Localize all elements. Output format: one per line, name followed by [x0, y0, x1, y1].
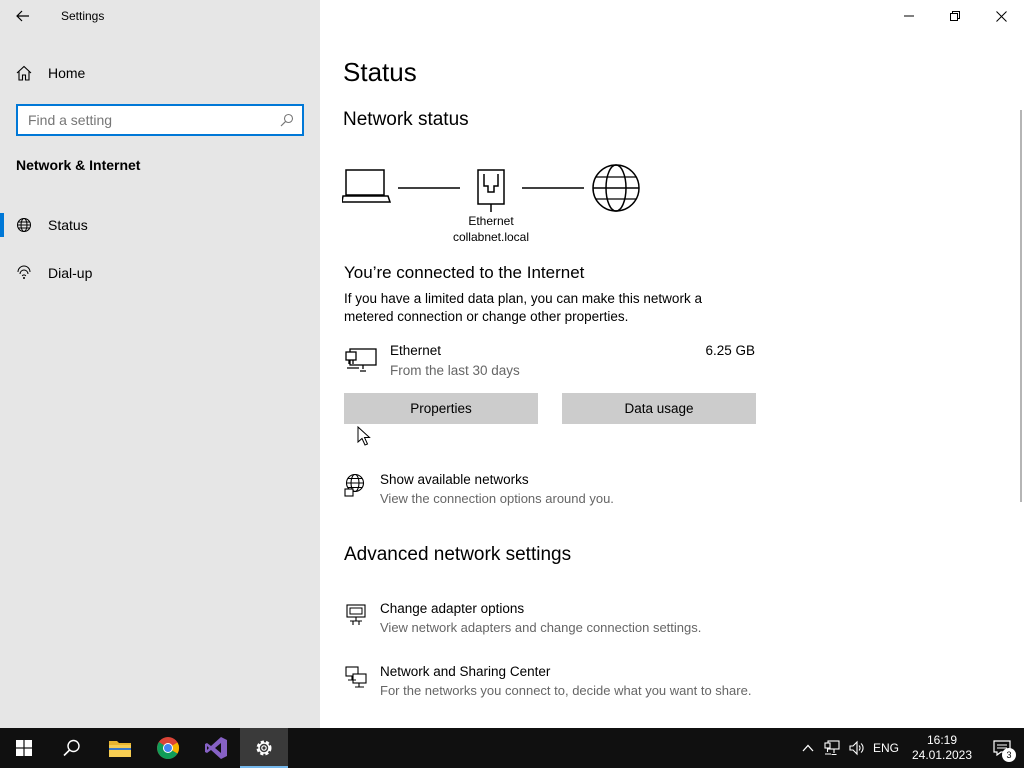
sidebar-item-label: Dial-up [48, 265, 93, 281]
volume-button[interactable] [844, 728, 868, 768]
sharing-center-link[interactable]: Network and Sharing Center For the netwo… [344, 663, 751, 701]
page-title: Status [343, 57, 417, 87]
link-title: Show available networks [380, 472, 529, 487]
clock-date: 24.01.2023 [911, 748, 973, 762]
sidebar-item-dialup[interactable]: Dial-up [0, 255, 320, 291]
system-tray: ENG 16:19 24.01.2023 3 [796, 728, 1024, 768]
speaker-icon [849, 740, 864, 756]
gear-icon [256, 740, 272, 756]
start-button[interactable] [0, 728, 48, 768]
data-usage-button[interactable]: Data usage [562, 393, 756, 424]
change-adapter-options-link[interactable]: Change adapter options View network adap… [344, 600, 701, 638]
visual-studio-icon [205, 737, 227, 759]
sidebar-item-home[interactable]: Home [0, 56, 320, 90]
restore-button[interactable] [932, 0, 978, 32]
link-subtitle: View the connection options around you. [380, 491, 614, 506]
sharing-center-icon [345, 666, 367, 688]
connection-name: Ethernet [390, 343, 442, 358]
dialup-icon [17, 265, 31, 279]
windows-logo-icon [16, 740, 32, 756]
network-diagram: Ethernet collabnet.local [341, 160, 642, 244]
search-input[interactable] [28, 112, 280, 128]
search-icon [63, 739, 80, 757]
sidebar-item-status[interactable]: Status [0, 207, 320, 243]
link-title: Network and Sharing Center [380, 664, 551, 679]
notification-badge: 3 [1002, 748, 1016, 762]
back-arrow-icon [16, 10, 29, 22]
close-icon [995, 10, 1007, 22]
link-title: Change adapter options [380, 601, 525, 616]
link-subtitle: For the networks you connect to, decide … [380, 683, 752, 698]
language-indicator[interactable]: ENG [868, 728, 904, 768]
globe-icon [17, 218, 31, 232]
restore-icon [950, 11, 960, 21]
clock-time: 16:19 [926, 733, 958, 747]
minimize-icon [904, 15, 914, 17]
properties-button[interactable]: Properties [344, 393, 538, 424]
sidebar-item-label: Status [48, 217, 88, 233]
connected-status: You’re connected to the Internet [344, 263, 585, 282]
sidebar-item-label: Home [48, 65, 86, 81]
search-box[interactable] [16, 104, 304, 136]
settings-taskbar-button[interactable] [240, 728, 288, 768]
folder-icon [109, 741, 131, 757]
taskbar: ENG 16:19 24.01.2023 3 [0, 728, 1024, 768]
domain-name: collabnet.local [452, 230, 530, 244]
taskbar-search-button[interactable] [48, 728, 96, 768]
file-explorer-button[interactable] [96, 728, 144, 768]
network-icon [824, 740, 840, 756]
adapter-name: Ethernet [468, 214, 514, 228]
chevron-up-icon [802, 744, 814, 752]
mouse-cursor-icon [357, 426, 371, 446]
back-button[interactable] [0, 0, 46, 32]
clock[interactable]: 16:19 24.01.2023 [904, 728, 980, 768]
window-controls [886, 0, 1024, 32]
metered-description: If you have a limited data plan, you can… [344, 291, 702, 324]
internet-globe-icon [592, 164, 640, 212]
diagram-label: Ethernet collabnet.local [431, 213, 551, 245]
minimize-button[interactable] [886, 0, 932, 32]
language-label: ENG [872, 741, 899, 755]
network-status-heading: Network status [343, 109, 469, 130]
link-subtitle: View network adapters and change connect… [380, 620, 702, 635]
network-diagram-graphic [341, 164, 640, 212]
show-networks-link[interactable]: Show available networks View the connect… [344, 471, 614, 509]
visual-studio-button[interactable] [192, 728, 240, 768]
main-content: Status Network status Ethernet collabnet… [320, 0, 1024, 728]
titlebar: Settings [0, 0, 320, 32]
section-title: Network & Internet [16, 157, 141, 173]
advanced-heading: Advanced network settings [344, 544, 572, 565]
scrollbar[interactable] [1020, 110, 1022, 502]
show-hidden-icons-button[interactable] [796, 728, 820, 768]
close-button[interactable] [978, 0, 1024, 32]
adapter-icon [346, 604, 366, 625]
ethernet-icon [344, 345, 378, 378]
sidebar: Settings Home Network & Internet Status … [0, 0, 320, 728]
data-usage-amount: 6.25 GB [705, 343, 755, 358]
chrome-icon [157, 737, 179, 759]
laptop-icon [341, 169, 392, 203]
ethernet-port-icon [477, 169, 505, 212]
network-globe-icon [344, 473, 365, 497]
home-icon [16, 65, 32, 81]
search-icon[interactable] [280, 113, 294, 127]
app-title: Settings [61, 9, 105, 23]
network-tray-button[interactable] [820, 728, 844, 768]
chrome-button[interactable] [144, 728, 192, 768]
action-center-button[interactable]: 3 [980, 728, 1024, 768]
connection-period: From the last 30 days [390, 363, 520, 378]
